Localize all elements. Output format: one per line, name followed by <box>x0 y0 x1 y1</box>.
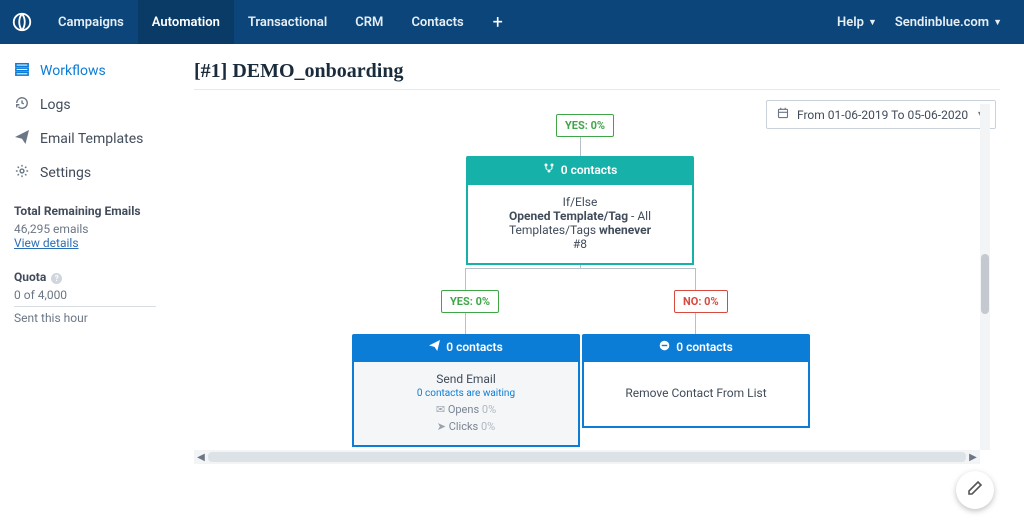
scroll-track[interactable] <box>208 452 966 462</box>
main-area: [#1] DEMO_onboarding From 01-06-2019 To … <box>170 44 1024 529</box>
nav-transactional[interactable]: Transactional <box>234 0 341 44</box>
clicks-label: Clicks <box>449 420 479 433</box>
node-header-text: 0 contacts <box>561 163 618 177</box>
badge-yes-top: YES: 0% <box>556 114 614 137</box>
cond-c: whenever <box>599 223 651 237</box>
node-header-text: 0 contacts <box>446 340 503 354</box>
edit-fab[interactable] <box>956 471 994 509</box>
view-details-link[interactable]: View details <box>14 236 156 250</box>
sidebar-item-label: Email Templates <box>40 131 143 147</box>
nav-add-icon[interactable]: + <box>478 0 518 44</box>
sidebar-item-label: Logs <box>40 97 71 113</box>
minus-circle-icon <box>659 340 670 354</box>
scroll-thumb[interactable] <box>981 254 989 314</box>
opens-value: 0% <box>482 403 496 416</box>
nav-right: Help ▼ Sendinblue.com ▼ <box>837 15 1024 30</box>
sidebar-item-label: Settings <box>40 165 91 181</box>
remove-title: Remove Contact From List <box>592 372 800 414</box>
opens-row: ✉ Opens 0% <box>362 403 570 416</box>
node-body: Remove Contact From List <box>582 360 810 428</box>
top-nav: Campaigns Automation Transactional CRM C… <box>0 0 1024 44</box>
nav-crm[interactable]: CRM <box>341 0 397 44</box>
sidebar-item-logs[interactable]: Logs <box>0 88 170 122</box>
opens-label: Opens <box>448 403 479 416</box>
node-header: 0 contacts <box>466 156 694 183</box>
connector <box>465 268 696 269</box>
vertical-scrollbar[interactable] <box>980 104 990 450</box>
node-header-text: 0 contacts <box>676 340 733 354</box>
quota-value: 0 of 4,000 <box>14 288 156 302</box>
help-menu[interactable]: Help ▼ <box>837 15 877 30</box>
page-title: [#1] DEMO_onboarding <box>194 60 1000 83</box>
branch-icon <box>543 162 555 177</box>
contacts-waiting: 0 contacts are waiting <box>362 388 570 399</box>
scroll-thumb[interactable] <box>208 452 966 462</box>
ifelse-condition: Opened Template/Tag - All Templates/Tags… <box>476 209 684 237</box>
divider <box>194 89 1000 90</box>
clicks-icon: ➤ <box>437 420 446 433</box>
workflow-canvas-wrap: YES: 0% 0 contacts If/Else Opened Templa… <box>194 104 1000 464</box>
sidebar: Workflows Logs Email Templates Settings … <box>0 44 170 529</box>
brand-logo[interactable] <box>0 0 44 44</box>
info-icon[interactable]: ? <box>51 273 62 284</box>
nav-items: Campaigns Automation Transactional CRM C… <box>44 0 518 44</box>
caret-down-icon: ▼ <box>868 17 877 28</box>
scroll-right-icon[interactable]: ▶ <box>966 452 980 463</box>
badge-yes: YES: 0% <box>441 290 499 313</box>
ifelse-title: If/Else <box>476 195 684 209</box>
cond-a: Opened Template/Tag <box>509 209 628 223</box>
remaining-count: 46,295 emails <box>14 222 156 236</box>
quota-title: Quota ? <box>14 270 156 284</box>
caret-down-icon: ▼ <box>993 17 1002 28</box>
clicks-value: 0% <box>481 420 495 433</box>
sidebar-item-workflows[interactable]: Workflows <box>0 54 170 88</box>
node-if-else[interactable]: 0 contacts If/Else Opened Template/Tag -… <box>466 156 694 265</box>
clicks-row: ➤ Clicks 0% <box>362 420 570 433</box>
nav-automation[interactable]: Automation <box>138 0 234 44</box>
node-body: If/Else Opened Template/Tag - All Templa… <box>466 183 694 265</box>
scroll-left-icon[interactable]: ◀ <box>194 452 208 463</box>
quota-title-text: Quota <box>14 270 46 284</box>
connector <box>580 136 581 156</box>
sidebar-item-settings[interactable]: Settings <box>0 156 170 190</box>
node-send-email[interactable]: 0 contacts Send Email 0 contacts are wai… <box>352 334 580 447</box>
paper-plane-icon <box>14 130 30 148</box>
gear-icon <box>14 164 30 182</box>
horizontal-scrollbar[interactable]: ◀ ▶ <box>194 450 980 464</box>
send-email-title: Send Email <box>362 372 570 386</box>
quota-sent: Sent this hour <box>14 311 156 325</box>
workflow-canvas[interactable]: YES: 0% 0 contacts If/Else Opened Templa… <box>194 104 990 444</box>
nav-contacts[interactable]: Contacts <box>397 0 477 44</box>
node-body: Send Email 0 contacts are waiting ✉ Open… <box>352 360 580 447</box>
pencil-icon <box>967 480 983 500</box>
history-icon <box>14 96 30 114</box>
ifelse-id: #8 <box>476 237 684 251</box>
help-label: Help <box>837 15 864 30</box>
remaining-title: Total Remaining Emails <box>14 204 156 218</box>
badge-no: NO: 0% <box>674 290 728 313</box>
account-label: Sendinblue.com <box>895 15 989 30</box>
remaining-emails-block: Total Remaining Emails 46,295 emails Vie… <box>0 190 170 256</box>
workflows-icon <box>14 62 30 80</box>
paper-plane-icon <box>429 340 440 354</box>
sidebar-item-label: Workflows <box>40 63 106 79</box>
account-menu[interactable]: Sendinblue.com ▼ <box>895 15 1002 30</box>
node-remove-contact[interactable]: 0 contacts Remove Contact From List <box>582 334 810 428</box>
quota-block: Quota ? 0 of 4,000 Sent this hour <box>0 256 170 331</box>
sidebar-item-email-templates[interactable]: Email Templates <box>0 122 170 156</box>
nav-campaigns[interactable]: Campaigns <box>44 0 138 44</box>
node-header: 0 contacts <box>352 334 580 360</box>
opens-icon: ✉ <box>436 403 445 416</box>
node-header: 0 contacts <box>582 334 810 360</box>
